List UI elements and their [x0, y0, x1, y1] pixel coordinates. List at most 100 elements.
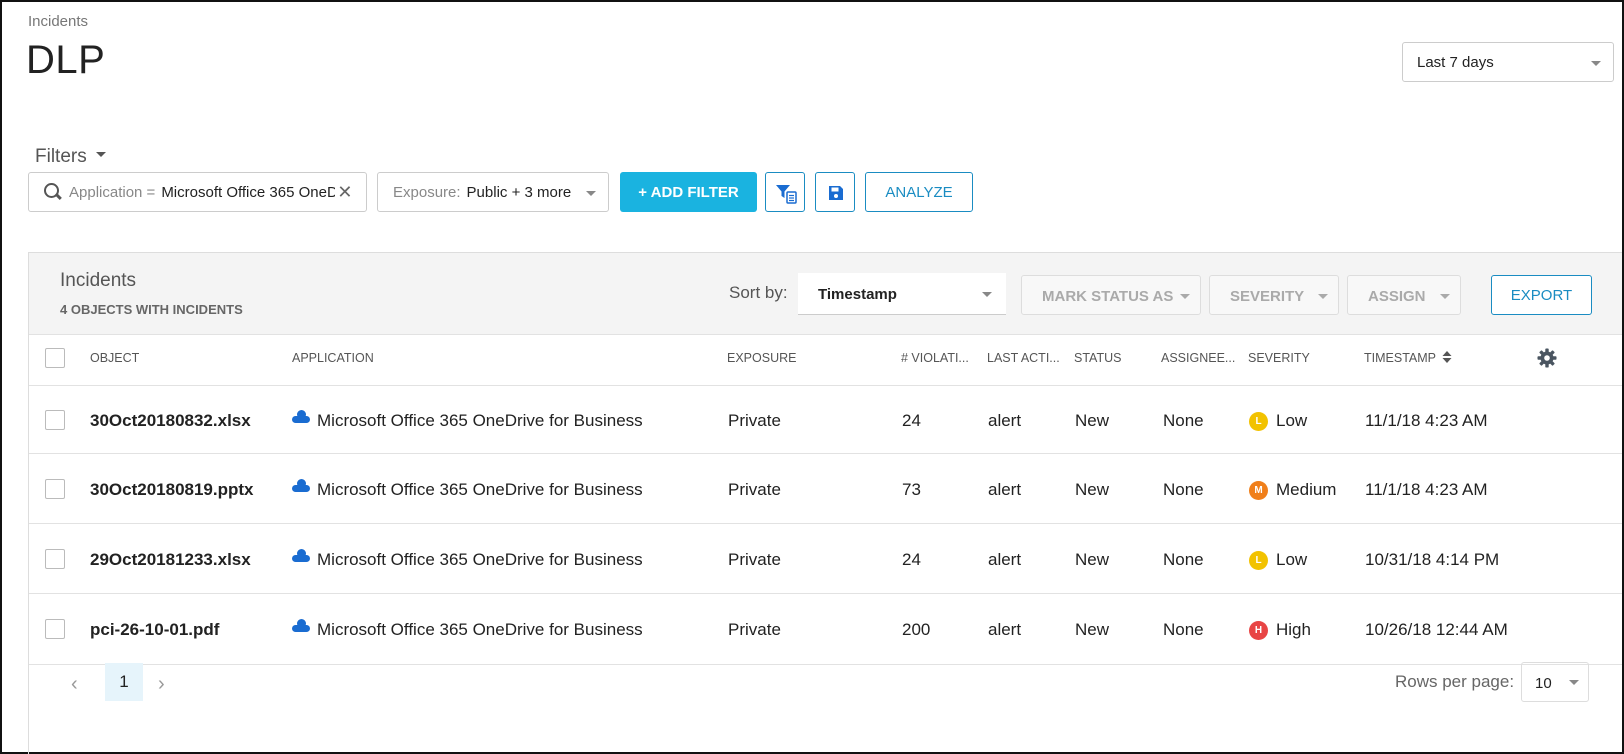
save-filter-button[interactable] — [815, 172, 855, 212]
application-name: Microsoft Office 365 OneDrive for Busine… — [317, 550, 643, 569]
assign-button[interactable]: ASSIGN — [1347, 275, 1461, 315]
filter-key: Application = — [69, 183, 156, 201]
severity-badge: H — [1249, 621, 1268, 640]
sort-label: Sort by: — [729, 283, 788, 302]
rows-per-page-select[interactable]: 10 — [1521, 662, 1589, 702]
severity-badge: L — [1249, 412, 1268, 431]
application-cell: Microsoft Office 365 OneDrive for Busine… — [292, 410, 643, 431]
column-header-exposure[interactable]: EXPOSURE — [727, 351, 796, 365]
chevron-down-icon — [1591, 61, 1601, 66]
status-cell: New — [1075, 480, 1110, 499]
page-title: DLP — [26, 38, 106, 82]
chevron-right-icon[interactable]: › — [158, 673, 165, 696]
filter-list-icon — [776, 185, 797, 204]
date-range-value: Last 7 days — [1417, 54, 1494, 71]
last-action-cell: alert — [988, 550, 1022, 569]
filter-list-button[interactable] — [765, 172, 805, 212]
timestamp-cell: 11/1/18 4:23 AM — [1365, 480, 1488, 499]
timestamp-cell: 10/31/18 4:14 PM — [1365, 550, 1500, 569]
cloud-icon — [292, 549, 310, 562]
export-button[interactable]: EXPORT — [1491, 275, 1592, 315]
rows-per-page-value: 10 — [1535, 675, 1552, 692]
application-cell: Microsoft Office 365 OneDrive for Busine… — [292, 549, 643, 570]
assignee-cell: None — [1163, 480, 1204, 499]
violations-cell: 73 — [902, 480, 921, 499]
exposure-cell: Private — [728, 480, 781, 499]
column-header-application[interactable]: APPLICATION — [292, 351, 374, 365]
severity-label: Low — [1276, 550, 1308, 569]
column-header-status[interactable]: STATUS — [1074, 351, 1121, 365]
exposure-cell: Private — [728, 411, 781, 430]
select-all-checkbox[interactable] — [45, 348, 65, 368]
column-header-severity[interactable]: SEVERITY — [1248, 351, 1310, 365]
analyze-button[interactable]: ANALYZE — [865, 172, 973, 212]
row-checkbox[interactable] — [45, 619, 65, 639]
application-name: Microsoft Office 365 OneDrive for Busine… — [317, 620, 643, 639]
column-header-object[interactable]: OBJECT — [90, 351, 139, 365]
filter-value: Public + 3 more — [466, 183, 572, 201]
chevron-down-icon — [1180, 294, 1190, 299]
mark-status-button[interactable]: MARK STATUS AS — [1021, 275, 1201, 315]
row-checkbox[interactable] — [45, 549, 65, 569]
sort-select[interactable]: Timestamp — [798, 273, 1006, 315]
last-action-cell: alert — [988, 411, 1022, 430]
filters-label: Filters — [35, 146, 87, 167]
chevron-down-icon — [982, 292, 992, 297]
last-action-cell: alert — [988, 480, 1022, 499]
chevron-down-icon — [1569, 680, 1579, 685]
close-icon[interactable]: ✕ — [337, 182, 352, 203]
exposure-cell: Private — [728, 550, 781, 569]
filters-toggle[interactable]: Filters — [35, 146, 107, 168]
cloud-icon — [292, 479, 310, 492]
filter-value: Microsoft Office 365 OneDrive for Busine… — [161, 183, 336, 201]
chevron-left-icon[interactable]: ‹ — [71, 673, 78, 696]
status-cell: New — [1075, 550, 1110, 569]
row-checkbox[interactable] — [45, 410, 65, 430]
severity-label: Medium — [1276, 480, 1337, 499]
exposure-filter-chip[interactable]: Exposure: Public + 3 more — [377, 172, 609, 212]
incidents-panel: Incidents 4 OBJECTS WITH INCIDENTS Sort … — [28, 252, 1622, 754]
timestamp-header-label: TIMESTAMP — [1364, 351, 1436, 365]
status-cell: New — [1075, 411, 1110, 430]
column-header-violations[interactable]: # VIOLATI... — [901, 351, 969, 365]
severity-label: SEVERITY — [1230, 288, 1305, 305]
rows-per-page-label: Rows per page: — [1395, 672, 1515, 691]
violations-cell: 24 — [902, 411, 921, 430]
divider — [29, 664, 1622, 665]
gear-icon[interactable] — [1537, 348, 1557, 368]
breadcrumb[interactable]: Incidents — [28, 13, 88, 30]
search-icon — [43, 182, 63, 202]
assignee-cell: None — [1163, 550, 1204, 569]
filter-key: Exposure: — [393, 183, 461, 201]
object-name[interactable]: pci-26-10-01.pdf — [90, 620, 219, 640]
object-name[interactable]: 29Oct20181233.xlsx — [90, 550, 251, 570]
severity-cell: M Medium — [1249, 480, 1336, 500]
divider — [29, 523, 1622, 524]
chevron-down-icon — [1440, 294, 1450, 299]
date-range-select[interactable]: Last 7 days — [1402, 42, 1614, 82]
add-filter-button[interactable]: + ADD FILTER — [620, 172, 757, 212]
application-name: Microsoft Office 365 OneDrive for Busine… — [317, 480, 643, 499]
application-filter-chip[interactable]: Application = Microsoft Office 365 OneDr… — [28, 172, 367, 212]
sort-value: Timestamp — [818, 286, 897, 303]
divider — [29, 385, 1622, 386]
column-header-timestamp[interactable]: TIMESTAMP — [1364, 351, 1452, 365]
severity-cell: H High — [1249, 620, 1311, 640]
assign-label: ASSIGN — [1368, 288, 1426, 305]
assignee-cell: None — [1163, 411, 1204, 430]
object-name[interactable]: 30Oct20180819.pptx — [90, 480, 254, 500]
page-button-current[interactable]: 1 — [105, 663, 143, 701]
violations-cell: 24 — [902, 550, 921, 569]
severity-badge: M — [1249, 481, 1268, 500]
severity-button[interactable]: SEVERITY — [1209, 275, 1339, 315]
panel-header: Incidents 4 OBJECTS WITH INCIDENTS Sort … — [29, 253, 1622, 335]
row-checkbox[interactable] — [45, 479, 65, 499]
application-cell: Microsoft Office 365 OneDrive for Busine… — [292, 619, 643, 640]
mark-status-label: MARK STATUS AS — [1042, 288, 1174, 305]
timestamp-cell: 11/1/18 4:23 AM — [1365, 411, 1488, 430]
divider — [29, 453, 1622, 454]
object-name[interactable]: 30Oct20180832.xlsx — [90, 411, 251, 431]
column-header-assignee[interactable]: ASSIGNEE... — [1161, 351, 1235, 365]
last-action-cell: alert — [988, 620, 1022, 639]
column-header-last-action[interactable]: LAST ACTI... — [987, 351, 1060, 365]
